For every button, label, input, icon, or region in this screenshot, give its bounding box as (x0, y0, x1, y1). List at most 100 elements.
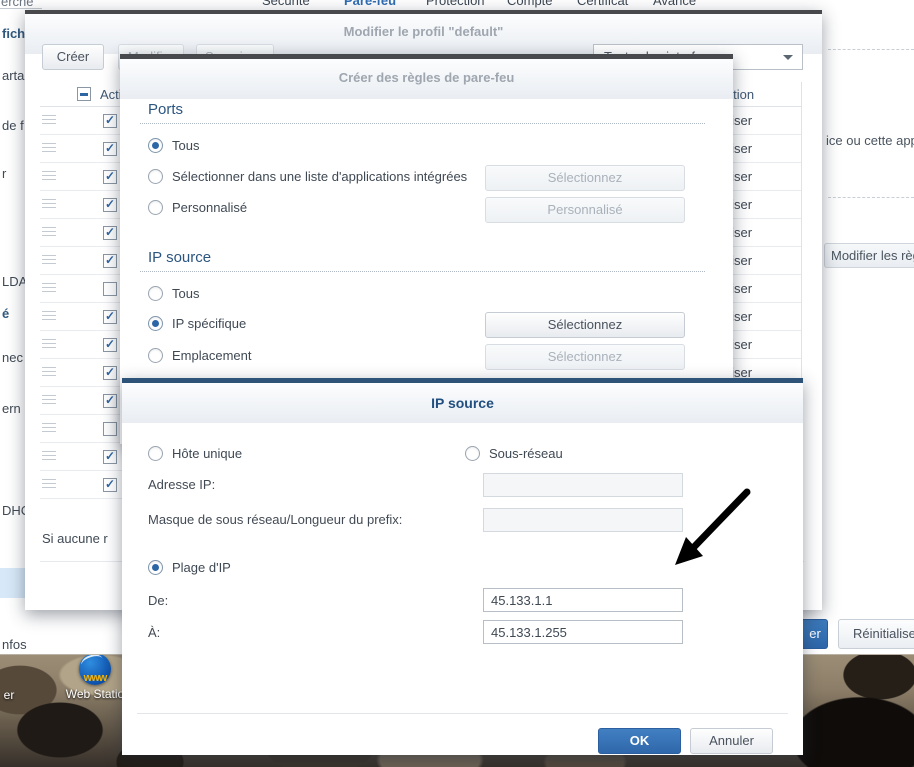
sidebar-item-fragment: de f (2, 118, 24, 133)
divider (140, 271, 705, 272)
rule-enabled-checkbox[interactable] (103, 337, 117, 352)
to-label: À: (148, 625, 161, 640)
single-host-label: Hôte unique (172, 446, 243, 461)
reset-button[interactable]: Réinitialise (838, 619, 914, 649)
sidebar-item-fragment: fich (2, 26, 26, 41)
edit-rules-button[interactable]: Modifier les règle (824, 243, 914, 268)
from-label: De: (148, 593, 169, 608)
web-station-icon[interactable]: www Web Statio (60, 653, 130, 701)
tab-pare-feu[interactable]: Pare-feu (344, 0, 396, 8)
ports-builtin-apps-label: Sélectionner dans une liste d'applicatio… (172, 169, 468, 184)
ip-specific-select-button[interactable]: Sélectionnez (485, 312, 685, 338)
drag-handle-icon[interactable] (42, 199, 56, 211)
rule-enabled-checkbox[interactable] (103, 113, 117, 128)
divider (828, 49, 914, 50)
rule-enabled-checkbox[interactable] (103, 365, 117, 380)
rule-enabled-checkbox[interactable] (103, 282, 117, 296)
sidebar-item-fragment: LDA (2, 274, 28, 289)
sidebar-item-fragment: é (2, 306, 10, 321)
ports-builtin-apps-radio[interactable] (148, 169, 163, 184)
drag-handle-icon[interactable] (42, 227, 56, 239)
divider (137, 713, 788, 714)
rule-enabled-checkbox[interactable] (103, 197, 117, 212)
subnet-label: Sous-réseau (489, 446, 563, 461)
rule-enabled-checkbox[interactable] (103, 393, 117, 408)
ports-section-title: Ports (148, 101, 184, 118)
apply-button-fragment[interactable]: er (803, 619, 828, 649)
drag-handle-icon[interactable] (42, 451, 56, 463)
rule-enabled-checkbox[interactable] (103, 169, 117, 184)
ports-select-button[interactable]: Sélectionnez (485, 165, 685, 191)
ip-range-label: Plage d'IP (172, 560, 231, 575)
sidebar-item-fragment: nfos (2, 637, 27, 652)
ip-all-radio[interactable] (148, 286, 163, 301)
rule-enabled-checkbox[interactable] (103, 477, 117, 492)
drag-handle-icon[interactable] (42, 395, 56, 407)
ip-range-radio[interactable] (148, 560, 163, 575)
subnet-radio[interactable] (465, 446, 480, 461)
ip-address-field[interactable] (483, 473, 683, 497)
sidebar-item-fragment: nec (2, 350, 23, 365)
desktop-icon-cut[interactable]: er (0, 672, 24, 702)
ip-specific-radio[interactable] (148, 316, 163, 331)
ip-specific-label: IP spécifique (172, 316, 247, 331)
drag-handle-icon[interactable] (42, 283, 56, 295)
drag-handle-icon[interactable] (42, 367, 56, 379)
rule-enabled-checkbox[interactable] (103, 309, 117, 324)
drag-handle-icon[interactable] (42, 311, 56, 323)
rule-enabled-checkbox[interactable] (103, 449, 117, 464)
search-underline (0, 8, 42, 9)
dialog-ip-source-title: IP source (431, 395, 494, 411)
tab-compte[interactable]: Compte (507, 0, 553, 8)
subnet-mask-label: Masque de sous réseau/Longueur du prefix… (148, 512, 403, 527)
ip-location-radio[interactable] (148, 348, 163, 363)
sidebar-item-fragment: arta (2, 68, 25, 83)
select-all-checkbox[interactable] (77, 87, 91, 101)
ports-custom-radio[interactable] (148, 200, 163, 215)
from-ip-field[interactable] (483, 588, 683, 612)
drag-handle-icon[interactable] (42, 479, 56, 491)
drag-handle-icon[interactable] (42, 171, 56, 183)
to-ip-field[interactable] (483, 620, 683, 644)
drag-handle-icon[interactable] (42, 423, 56, 435)
ports-all-label: Tous (172, 138, 200, 153)
ip-location-label: Emplacement (172, 348, 252, 363)
single-host-radio[interactable] (148, 446, 163, 461)
annotation-arrow (675, 488, 751, 565)
ports-all-radio[interactable] (148, 138, 163, 153)
www-globe-icon: www (79, 653, 111, 685)
tab-protection[interactable]: Protection (426, 0, 485, 8)
tab-s-curit-[interactable]: Sécurité (262, 0, 310, 8)
rule-enabled-checkbox[interactable] (103, 253, 117, 268)
rule-enabled-checkbox[interactable] (103, 422, 117, 436)
divider (140, 123, 705, 124)
cancel-button[interactable]: Annuler (690, 728, 773, 754)
ip-all-label: Tous (172, 286, 200, 301)
dialog-edit-profile-title: Modifier le profil "default" (343, 24, 504, 39)
tab-certificat[interactable]: Certificat (577, 0, 628, 8)
sidebar-item-fragment: r (2, 166, 7, 181)
footer-note-fragment: Si aucune r (42, 531, 108, 546)
ip-source-section-title: IP source (148, 249, 212, 266)
drag-handle-icon[interactable] (42, 255, 56, 267)
subnet-mask-field[interactable] (483, 508, 683, 532)
ok-button[interactable]: OK (598, 728, 681, 754)
ip-address-label: Adresse IP: (148, 477, 216, 492)
ports-custom-button[interactable]: Personnalisé (485, 197, 685, 223)
web-station-label: Web Statio (65, 687, 125, 701)
drag-handle-icon[interactable] (42, 339, 56, 351)
ports-custom-label: Personnalisé (172, 200, 248, 215)
create-rule-button[interactable]: Créer (42, 44, 104, 70)
sidebar-item-fragment: ern (2, 401, 21, 416)
desktop-icon-label-fragment: er (3, 688, 15, 702)
drag-handle-icon[interactable] (42, 143, 56, 155)
drag-handle-icon[interactable] (42, 115, 56, 127)
chevron-down-icon (783, 55, 793, 60)
tab-avanc-[interactable]: Avancé (653, 0, 696, 8)
ip-location-select-button[interactable]: Sélectionnez (485, 344, 685, 370)
rule-enabled-checkbox[interactable] (103, 225, 117, 240)
help-text-fragment: ice ou cette app (826, 133, 914, 148)
dialog-create-rule-title: Créer des règles de pare-feu (338, 70, 515, 85)
rule-enabled-checkbox[interactable] (103, 141, 117, 156)
divider (828, 197, 914, 198)
